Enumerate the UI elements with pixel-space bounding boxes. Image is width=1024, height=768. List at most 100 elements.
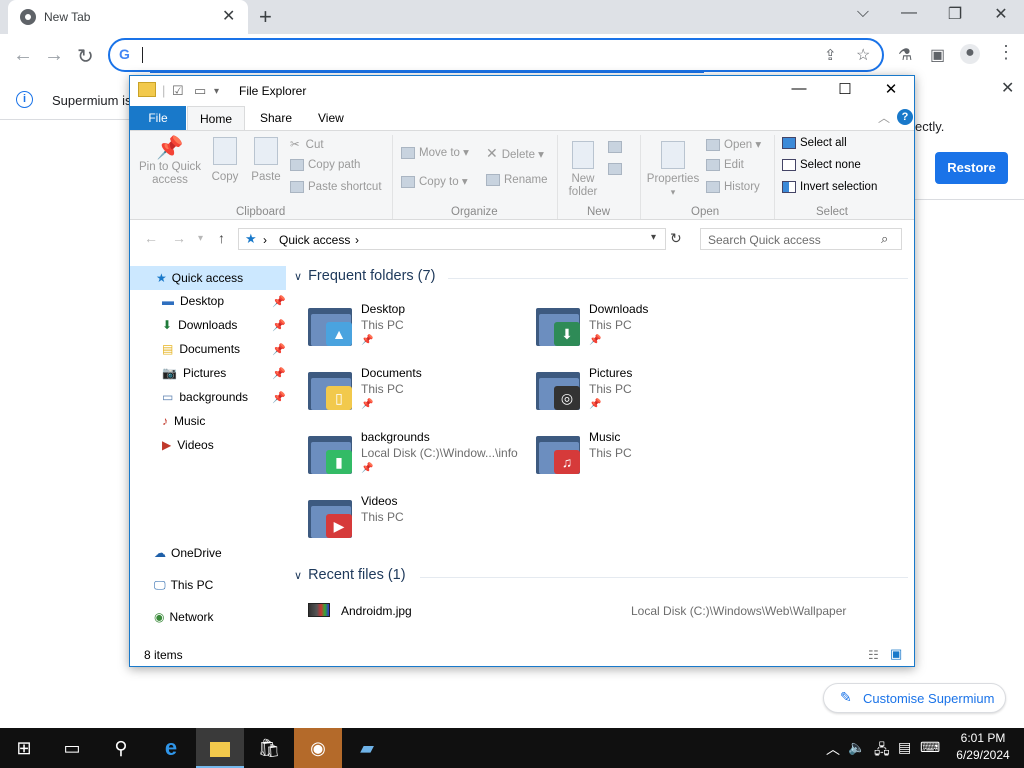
large-icons-view-icon[interactable]: ▣ xyxy=(890,646,902,662)
folder-tile-desktop[interactable]: ▲ Desktop This PC 📌 xyxy=(308,302,528,358)
task-view-icon[interactable]: ▭ xyxy=(48,728,96,768)
folder-tile-music[interactable]: ♫ Music This PC xyxy=(536,430,756,486)
customise-button[interactable]: ✎ Customise Supermium xyxy=(823,683,1006,713)
invert-selection-button[interactable]: Invert selection xyxy=(782,181,877,193)
omnibox-input[interactable] xyxy=(148,45,808,65)
tab-home[interactable]: Home xyxy=(187,106,245,131)
show-hidden-icons-icon[interactable]: ︿ xyxy=(826,739,840,759)
nav-item-backgrounds[interactable]: ▭ backgrounds 📌 xyxy=(162,390,286,404)
store-icon[interactable]: 🛍 xyxy=(245,728,293,768)
folder-tile-downloads[interactable]: ⬇ Downloads This PC 📌 xyxy=(536,302,756,358)
app-taskbar-icon[interactable]: ▰ xyxy=(343,728,391,768)
copy-path-button[interactable]: Copy path xyxy=(290,159,360,171)
folder-tile-videos[interactable]: ▶ Videos This PC xyxy=(308,494,528,550)
browser-taskbar-icon[interactable]: ◉ xyxy=(294,728,342,768)
restore-button[interactable]: Restore xyxy=(935,152,1008,184)
share-icon[interactable]: ⇪ xyxy=(824,46,837,64)
side-panel-icon[interactable]: ▣ xyxy=(930,45,945,65)
new-tab-button[interactable]: + xyxy=(259,4,272,30)
pin-icon[interactable]: 📌 xyxy=(272,343,286,356)
folder-tile-documents[interactable]: ▯ Documents This PC 📌 xyxy=(308,366,528,422)
maximize-button[interactable]: ☐ xyxy=(822,80,868,102)
menu-kebab-icon[interactable]: ⋮ xyxy=(997,42,1015,63)
pin-icon[interactable]: 📌 xyxy=(272,319,286,332)
delete-button[interactable]: ✕ Delete ▾ xyxy=(486,145,544,162)
back-arrow-icon[interactable]: ← xyxy=(144,230,158,246)
cut-button[interactable]: ✂ Cut xyxy=(290,137,324,151)
paste-shortcut-button[interactable]: Paste shortcut xyxy=(290,181,382,193)
explorer-address-bar[interactable]: ★ › Quick access › ▾ xyxy=(238,228,666,250)
address-dropdown-icon[interactable]: ▾ xyxy=(651,232,656,243)
help-icon[interactable]: ? xyxy=(897,109,913,125)
recent-file-row[interactable]: Androidm.jpg Local Disk (C:)\Windows\Web… xyxy=(308,602,908,622)
tab-file[interactable]: File xyxy=(130,106,186,130)
volume-muted-icon[interactable]: 🔈 xyxy=(848,739,865,756)
recent-locations-icon[interactable]: ▾ xyxy=(198,233,203,244)
network-status-icon[interactable]: 🖧 xyxy=(874,739,890,763)
up-arrow-icon[interactable]: ↑ xyxy=(218,230,225,246)
properties-icon[interactable]: ☑ xyxy=(172,83,184,99)
rename-button[interactable]: Rename xyxy=(486,174,547,186)
browser-tab[interactable]: New Tab ✕ xyxy=(8,0,248,34)
file-explorer-taskbar-icon[interactable] xyxy=(196,728,244,768)
customize-qat-icon[interactable]: ▾ xyxy=(214,86,219,97)
pin-to-quick-access-button[interactable]: 📌 Pin to Quick access xyxy=(138,135,202,187)
nav-item-documents[interactable]: ▤ Documents 📌 xyxy=(162,342,286,356)
frequent-folders-header[interactable]: ∨ Frequent folders (7) xyxy=(294,268,435,284)
details-view-icon[interactable]: ☷ xyxy=(868,648,879,662)
pin-icon[interactable]: 📌 xyxy=(272,391,286,404)
paste-button[interactable]: Paste xyxy=(248,135,284,184)
copy-to-button[interactable]: Copy to ▾ xyxy=(401,174,468,188)
profile-avatar-icon[interactable]: ● xyxy=(960,44,980,64)
minimize-button[interactable]: — xyxy=(894,4,924,22)
extensions-icon[interactable]: ⚗ xyxy=(898,45,912,65)
maximize-button[interactable]: ❐ xyxy=(940,4,970,24)
search-icon[interactable]: ⚲ xyxy=(97,728,145,768)
tab-share[interactable]: Share xyxy=(260,111,292,125)
close-window-button[interactable]: ✕ xyxy=(986,4,1016,24)
explorer-title-bar[interactable]: | ☑ ▭ ▾ File Explorer — ☐ ✕ xyxy=(130,76,914,106)
edit-button[interactable]: Edit xyxy=(706,159,744,171)
close-icon[interactable]: ✕ xyxy=(1001,78,1014,98)
edge-icon[interactable]: e xyxy=(147,728,195,768)
easy-access-button[interactable] xyxy=(608,161,626,175)
pin-icon[interactable]: 📌 xyxy=(272,367,286,380)
close-button[interactable]: ✕ xyxy=(868,80,914,102)
open-button[interactable]: Open ▾ xyxy=(706,137,761,151)
forward-arrow-icon[interactable]: → xyxy=(172,230,186,246)
recent-files-header[interactable]: ∨ Recent files (1) xyxy=(294,567,406,583)
tab-search-icon[interactable]: ⌵ xyxy=(848,4,878,22)
file-explorer-window[interactable]: | ☑ ▭ ▾ File Explorer — ☐ ✕ File Home Sh… xyxy=(129,75,915,667)
back-icon[interactable]: ← xyxy=(13,44,33,67)
pin-icon[interactable]: 📌 xyxy=(272,295,286,308)
new-folder-icon[interactable]: ▭ xyxy=(194,83,206,99)
nav-item-downloads[interactable]: ⬇ Downloads 📌 xyxy=(162,318,286,332)
select-none-button[interactable]: Select none xyxy=(782,159,861,171)
explorer-search-box[interactable]: Search Quick access ⌕ xyxy=(700,228,902,250)
forward-icon[interactable]: → xyxy=(44,44,64,67)
folder-tile-backgrounds[interactable]: ▮ backgrounds Local Disk (C:)\Window...\in… xyxy=(308,430,528,486)
nav-item-desktop[interactable]: ▬ Desktop 📌 xyxy=(162,294,286,308)
new-item-button[interactable] xyxy=(608,139,626,153)
nav-item-pictures[interactable]: 📷 Pictures 📌 xyxy=(162,366,286,380)
minimize-button[interactable]: — xyxy=(776,80,822,102)
history-button[interactable]: History xyxy=(706,181,760,193)
tab-view[interactable]: View xyxy=(318,111,344,125)
clock-date[interactable]: 6/29/2024 xyxy=(948,748,1018,762)
folder-tile-pictures[interactable]: ◎ Pictures This PC 📌 xyxy=(536,366,756,422)
new-folder-button[interactable]: New folder xyxy=(563,139,603,199)
refresh-icon[interactable]: ↻ xyxy=(670,230,682,247)
clock-time[interactable]: 6:01 PM xyxy=(948,731,1018,745)
nav-item-music[interactable]: ♪ Music xyxy=(162,414,284,428)
nav-quick-access[interactable]: ★ Quick access xyxy=(130,266,286,290)
nav-item-videos[interactable]: ▶ Videos xyxy=(162,438,284,452)
keyboard-icon[interactable]: ⌨ xyxy=(920,739,940,756)
address-bar[interactable]: G ⇪ ☆ xyxy=(108,38,884,72)
collapse-ribbon-icon[interactable]: ︿ xyxy=(878,109,890,126)
notification-icon[interactable]: ▤ xyxy=(898,739,911,756)
tab-close-icon[interactable]: ✕ xyxy=(222,6,235,26)
select-all-button[interactable]: Select all xyxy=(782,137,847,149)
nav-this-pc[interactable]: 🖵 This PC xyxy=(154,578,213,593)
nav-onedrive[interactable]: ☁ OneDrive xyxy=(154,546,222,560)
breadcrumb[interactable]: Quick access xyxy=(279,233,350,247)
